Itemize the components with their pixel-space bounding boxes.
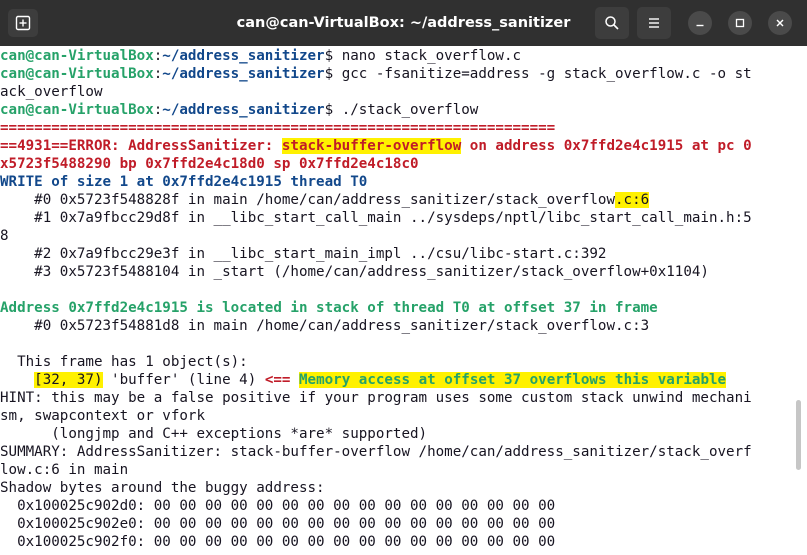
hint-line: sm, swapcontext or vfork — [0, 408, 205, 424]
object-range-highlight: [32, 37) — [34, 372, 103, 388]
object-name: 'buffer' (line 4) — [102, 372, 265, 388]
command-text: nano stack_overflow.c — [341, 48, 522, 64]
frame-text: #0 0x5723f548828f in main /home/can/addr… — [0, 192, 615, 208]
stack-frame-line: #0 0x5723f548828f in main /home/can/addr… — [0, 191, 795, 209]
search-icon — [605, 16, 619, 30]
prompt-separator: : — [153, 102, 163, 118]
error-prefix: ==4931==ERROR: AddressSanitizer: — [0, 138, 282, 154]
prompt-user: can@can-VirtualBox — [0, 48, 154, 64]
summary-line: SUMMARY: AddressSanitizer: stack-buffer-… — [0, 444, 752, 460]
error-line: ==4931==ERROR: AddressSanitizer: stack-b… — [0, 137, 795, 155]
stack-frame-wrap-line: 8 — [0, 228, 9, 244]
object-line: [32, 37) 'buffer' (line 4) <== Memory ac… — [0, 371, 795, 389]
close-icon — [776, 19, 784, 27]
object-arrow: <== — [264, 372, 299, 388]
write-info-line: WRITE of size 1 at 0x7ffd2e4c1915 thread… — [0, 174, 368, 190]
prompt-user: can@can-VirtualBox — [0, 66, 154, 82]
command-line: can@can-VirtualBox:~/address_sanitizer$ … — [0, 65, 795, 83]
close-button[interactable] — [768, 11, 792, 35]
hint-line: HINT: this may be a false positive if yo… — [0, 390, 752, 406]
prompt-user: can@can-VirtualBox — [0, 102, 154, 118]
command-line: can@can-VirtualBox:~/address_sanitizer$ … — [0, 47, 795, 65]
overflow-message-highlight: Memory access at offset 37 overflows thi… — [298, 372, 727, 388]
separator-line: ========================================… — [0, 120, 556, 136]
hint-line: (longjmp and C++ exceptions *are* suppor… — [0, 426, 428, 442]
shadow-row: 0x100025c902f0: 00 00 00 00 00 00 00 00 … — [0, 534, 556, 550]
minimize-icon — [696, 24, 704, 27]
prompt-symbol: $ — [324, 66, 342, 82]
error-registers-line: x5723f5488290 bp 0x7ffd2e4c18d0 sp 0x7ff… — [0, 156, 419, 172]
menu-button[interactable] — [637, 7, 671, 39]
shadow-row: 0x100025c902e0: 00 00 00 00 00 00 00 00 … — [0, 516, 556, 532]
prompt-path: ~/address_sanitizer — [162, 66, 325, 82]
window-title: can@can-VirtualBox: ~/address_sanitizer — [236, 15, 571, 31]
error-type-highlight: stack-buffer-overflow — [281, 138, 462, 154]
stack-frame-line: #3 0x5723f5488104 in _start (/home/can/a… — [0, 264, 709, 280]
shadow-row: 0x100025c902d0: 00 00 00 00 00 00 00 00 … — [0, 498, 556, 514]
address-location-line: Address 0x7ffd2e4c1915 is located in sta… — [0, 300, 658, 316]
object-indent — [0, 372, 34, 388]
stack-frame-line: #0 0x5723f54881d8 in main /home/can/addr… — [0, 318, 650, 334]
menu-icon — [649, 18, 659, 28]
stack-frame-line: #1 0x7a9fbcc29d8f in __libc_start_call_m… — [0, 210, 752, 226]
line-number-highlight: .c:6 — [615, 192, 650, 208]
shadow-header-line: Shadow bytes around the buggy address: — [0, 480, 325, 496]
command-text: ./stack_overflow — [341, 102, 479, 118]
prompt-symbol: $ — [324, 48, 342, 64]
minimize-button[interactable] — [688, 11, 712, 35]
title-bar[interactable]: can@can-VirtualBox: ~/address_sanitizer — [0, 0, 807, 46]
maximize-button[interactable] — [728, 11, 752, 35]
search-button[interactable] — [595, 7, 629, 39]
prompt-path: ~/address_sanitizer — [162, 102, 325, 118]
terminal-output[interactable]: can@can-VirtualBox:~/address_sanitizer$ … — [0, 46, 795, 555]
command-text: gcc -fsanitize=address -g stack_overflow… — [341, 66, 752, 82]
prompt-path: ~/address_sanitizer — [162, 48, 325, 64]
stack-frame-line: #2 0x7a9fbcc29e3f in __libc_start_main_i… — [0, 246, 607, 262]
scrollbar-thumb[interactable] — [796, 400, 801, 470]
command-line: can@can-VirtualBox:~/address_sanitizer$ … — [0, 101, 795, 119]
command-wrap-line: ack_overflow — [0, 84, 103, 100]
frame-info-line: This frame has 1 object(s): — [0, 354, 248, 370]
prompt-separator: : — [153, 48, 163, 64]
maximize-icon — [735, 18, 745, 28]
summary-line: low.c:6 in main — [0, 462, 129, 478]
error-suffix: on address 0x7ffd2e4c1915 at pc 0 — [461, 138, 752, 154]
terminal-window: can@can-VirtualBox: ~/address_sanitizer — [0, 0, 807, 555]
prompt-separator: : — [153, 66, 163, 82]
prompt-symbol: $ — [324, 102, 342, 118]
